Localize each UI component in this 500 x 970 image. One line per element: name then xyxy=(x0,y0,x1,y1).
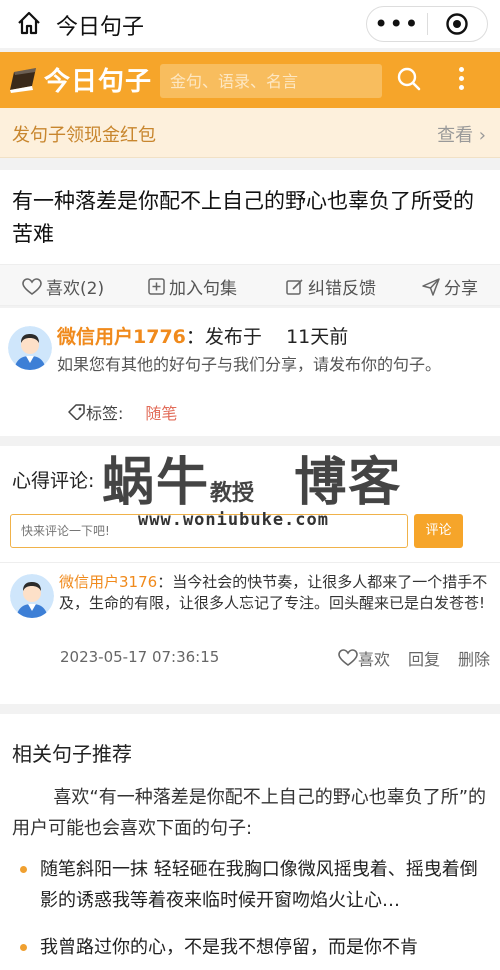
comment-like-label: 喜欢 xyxy=(358,650,391,669)
collect-label: 加入句集 xyxy=(169,279,237,299)
comment-delete-button[interactable]: 删除 xyxy=(458,646,490,670)
tag-value[interactable]: 随笔 xyxy=(145,400,177,424)
search-box xyxy=(160,64,382,98)
comment-input-box xyxy=(10,514,408,548)
red-envelope-banner[interactable]: 发句子领现金红包 查看 › xyxy=(0,108,500,158)
related-card: 相关句子推荐 喜欢“有一种落差是你配不上自己的野心也辜负了所”的用户可能也会喜欢… xyxy=(0,714,500,970)
related-title: 相关句子推荐 xyxy=(12,742,132,766)
author-name[interactable]: 微信用户1776 xyxy=(57,326,186,348)
posted-time: 11天前 xyxy=(286,326,349,348)
action-bar: 喜欢(2) 加入句集 纠错反馈 分享 xyxy=(0,264,500,306)
avatar[interactable] xyxy=(8,326,52,370)
share-label: 分享 xyxy=(444,279,478,299)
more-icon[interactable]: ••• xyxy=(367,12,427,36)
divider xyxy=(0,562,500,563)
like-label: 喜欢(2) xyxy=(46,279,105,299)
report-error-button[interactable]: 纠错反馈 xyxy=(286,274,376,299)
search-input[interactable] xyxy=(160,64,382,98)
share-icon xyxy=(422,277,440,296)
site-logo[interactable]: 今日句子 xyxy=(8,61,152,98)
comment-item: 微信用户3176：当今社会的快节奏，让很多人都来了一个措手不及，生命的有限，让很… xyxy=(59,572,493,614)
posted-prefix: ：发布于 xyxy=(185,326,262,348)
author-description: 如果您有其他的好句子与我们分享，请发布你的句子。 xyxy=(57,355,442,374)
tag-row: 标签: 随笔 xyxy=(68,400,177,424)
heart-icon xyxy=(22,277,42,295)
report-label: 纠错反馈 xyxy=(308,279,376,299)
book-logo-icon xyxy=(10,67,36,93)
sentence-card: 有一种落差是你配不上自己的野心也辜负了所受的苦难 xyxy=(0,170,500,264)
promo-view-link[interactable]: 查看 › xyxy=(437,121,486,147)
related-item[interactable]: 我曾路过你的心，不是我不想停留，而是你不肯 xyxy=(12,932,494,963)
site-header: 今日句子 xyxy=(0,52,500,108)
comment-input[interactable] xyxy=(11,515,407,547)
tag-label: 标签: xyxy=(86,404,124,423)
target-icon xyxy=(446,13,468,35)
comment-time: 2023-05-17 07:36:15 xyxy=(60,648,220,666)
user-avatar-icon xyxy=(8,326,52,370)
logo-text: 今日句子 xyxy=(44,67,153,97)
author-card: 微信用户1776：发布于 11天前 如果您有其他的好句子与我们分享，请发布你的句… xyxy=(0,308,500,436)
comment-submit-button[interactable]: 评论 xyxy=(414,514,463,548)
close-target-button[interactable] xyxy=(427,12,487,36)
comment-section-title: 心得评论: xyxy=(12,470,95,492)
bullet-icon xyxy=(20,944,27,951)
search-icon[interactable] xyxy=(396,66,422,92)
user-avatar-icon xyxy=(10,574,54,618)
like-button[interactable]: 喜欢(2) xyxy=(22,274,104,299)
related-item-text: 我曾路过你的心，不是我不想停留，而是你不肯 xyxy=(40,937,418,958)
author-line: 微信用户1776：发布于 11天前 xyxy=(57,322,348,349)
tag-icon xyxy=(68,404,85,420)
sentence-text: 有一种落差是你配不上自己的野心也辜负了所受的苦难 xyxy=(12,189,474,246)
add-box-icon xyxy=(148,278,165,295)
comment-like-button[interactable]: 喜欢 xyxy=(338,646,390,670)
app-title: 今日句子 xyxy=(56,15,145,40)
bullet-icon xyxy=(20,866,27,873)
top-bar: 今日句子 ••• xyxy=(0,0,500,48)
add-to-collection-button[interactable]: 加入句集 xyxy=(148,274,237,299)
edit-icon xyxy=(286,278,303,295)
home-icon[interactable] xyxy=(16,10,42,36)
comment-reply-button[interactable]: 回复 xyxy=(408,646,440,670)
related-item[interactable]: 随笔斜阳一抹 轻轻砸在我胸口像微风摇曳着、摇曳着倒影的诱惑我等着夜来临时候开窗吻… xyxy=(12,854,494,916)
commenter-name[interactable]: 微信用户3176 xyxy=(59,573,157,591)
related-intro: 喜欢“有一种落差是你配不上自己的野心也辜负了所”的用户可能也会喜欢下面的句子: xyxy=(12,787,487,839)
commenter-avatar[interactable] xyxy=(10,574,54,618)
related-item-text: 随笔斜阳一抹 轻轻砸在我胸口像微风摇曳着、摇曳着倒影的诱惑我等着夜来临时候开窗吻… xyxy=(40,859,478,911)
capsule-menu: ••• xyxy=(366,6,488,42)
promo-text: 发句子领现金红包 xyxy=(12,125,156,146)
heart-icon xyxy=(338,649,358,666)
comment-card: 心得评论: 评论 微信用户3176：当今社会的快节奏，让很多人都来了一个措手不及… xyxy=(0,446,500,704)
kebab-menu-icon[interactable] xyxy=(454,64,468,96)
share-button[interactable]: 分享 xyxy=(422,274,478,299)
